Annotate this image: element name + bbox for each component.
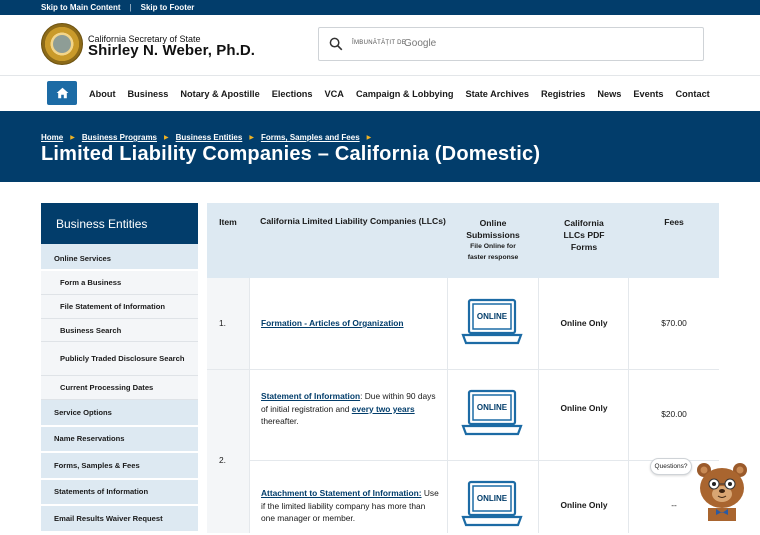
row-3-pdf: Online Only — [560, 500, 608, 510]
every-two-years-link[interactable]: every two years — [352, 404, 415, 414]
skip-links-bar: Skip to Main Content | Skip to Footer — [0, 0, 760, 15]
nav-item-vca[interactable]: VCA — [325, 89, 344, 99]
row-1-fee: $70.00 — [661, 318, 687, 328]
table-header: Item California Limited Liability Compan… — [207, 203, 719, 278]
row-2-item-number: 2. — [219, 455, 226, 465]
nav-item-business[interactable]: Business — [128, 89, 169, 99]
statement-of-information-link[interactable]: Statement of Information — [261, 391, 360, 401]
laptop-online-label: ONLINE — [477, 494, 508, 503]
sidebar-item-service-options[interactable]: Service Options — [41, 400, 198, 427]
search-enhanced-label: ÎMBUNĂTĂȚIT DE — [352, 40, 407, 46]
skip-to-footer-link[interactable]: Skip to Footer — [141, 3, 195, 12]
formation-articles-link[interactable]: Formation - Articles of Organization — [261, 318, 404, 328]
col-header-pdf-forms: California LLCs PDF Forms — [563, 218, 605, 252]
chatbot-bear-icon[interactable] — [694, 460, 750, 521]
laptop-online-label: ONLINE — [477, 403, 508, 412]
breadcrumb-arrow-icon: ▶ — [164, 135, 169, 141]
sidebar-subitem-business-search[interactable]: Business Search — [41, 319, 198, 342]
nav-item-registries[interactable]: Registries — [541, 89, 585, 99]
search-input[interactable]: ÎMBUNĂTĂȚIT DE Google — [318, 27, 704, 61]
online-laptop-icon[interactable]: ONLINE — [460, 480, 524, 530]
row-2-fee: $20.00 — [661, 409, 687, 419]
breadcrumb-arrow-icon: ▶ — [366, 135, 372, 141]
skip-to-main-link[interactable]: Skip to Main Content — [41, 3, 121, 12]
sidebar-item-statements-of-information[interactable]: Statements of Information — [41, 479, 198, 506]
google-logo-text: Google — [404, 38, 437, 49]
sidebar-subitem-processing-dates[interactable]: Current Processing Dates — [41, 376, 198, 400]
laptop-online-label: ONLINE — [477, 312, 508, 321]
col-header-fees: Fees — [664, 217, 684, 227]
sidebar-subitem-publicly-traded-disclosure[interactable]: Publicly Traded Disclosure Search — [41, 342, 198, 376]
sidebar-group-online-services[interactable]: Online Services — [41, 244, 198, 271]
sidebar: Business Entities Online Services Form a… — [41, 203, 198, 533]
online-laptop-icon[interactable]: ONLINE — [460, 389, 524, 439]
main-navigation: About Business Notary & Apostille Electi… — [0, 75, 760, 111]
sidebar-submenu: Form a Business File Statement of Inform… — [41, 271, 198, 400]
row-1-formation-link: Formation - Articles of Organization — [261, 318, 404, 328]
attachment-soi-link[interactable]: Attachment to Statement of Information: — [261, 488, 422, 498]
nav-item-contact[interactable]: Contact — [676, 89, 710, 99]
search-icon — [329, 37, 343, 51]
row-1-item-number: 1. — [219, 318, 226, 328]
breadcrumb-arrow-icon: ▶ — [70, 135, 75, 141]
breadcrumb-arrow-icon: ▶ — [249, 135, 254, 141]
breadcrumb-business-programs[interactable]: Business Programs — [82, 133, 157, 142]
sidebar-item-email-results-waiver[interactable]: Email Results Waiver Request — [41, 506, 198, 533]
row-1-pdf: Online Only — [560, 318, 608, 328]
skip-divider: | — [129, 3, 132, 12]
sidebar-subitem-form-business[interactable]: Form a Business — [41, 271, 198, 295]
row-2-description: Statement of Information: Due within 90 … — [261, 390, 439, 428]
breadcrumb-forms-samples-fees[interactable]: Forms, Samples and Fees — [261, 133, 360, 142]
state-seal-logo[interactable] — [41, 23, 83, 65]
nav-item-events[interactable]: Events — [633, 89, 663, 99]
sidebar-subitem-file-soi[interactable]: File Statement of Information — [41, 295, 198, 319]
col-header-online-title: Online Submissions — [466, 218, 520, 240]
col-header-item: Item — [219, 217, 237, 227]
sidebar-item-forms-samples-fees[interactable]: Forms, Samples & Fees — [41, 453, 198, 480]
breadcrumb-home[interactable]: Home — [41, 133, 63, 142]
laptop-icon: ONLINE — [461, 298, 523, 345]
row-divider — [249, 460, 719, 461]
laptop-icon: ONLINE — [461, 480, 523, 527]
breadcrumb-business-entities[interactable]: Business Entities — [176, 133, 243, 142]
nav-item-news[interactable]: News — [597, 89, 621, 99]
nav-item-campaign-lobbying[interactable]: Campaign & Lobbying — [356, 89, 454, 99]
secretary-name[interactable]: Shirley N. Weber, Ph.D. — [88, 42, 255, 59]
nav-item-state-archives[interactable]: State Archives — [465, 89, 529, 99]
column-divider — [249, 278, 250, 533]
home-icon — [56, 87, 68, 99]
nav-item-about[interactable]: About — [89, 89, 116, 99]
column-divider — [447, 278, 448, 533]
col-header-online: Online Submissions File Online for faste… — [447, 203, 539, 278]
col-header-online-subtitle: File Online for faster response — [467, 243, 519, 261]
home-button[interactable] — [47, 81, 77, 105]
page-title: Limited Liability Companies – California… — [41, 143, 541, 165]
nav-item-elections[interactable]: Elections — [272, 89, 313, 99]
online-laptop-icon[interactable]: ONLINE — [460, 298, 524, 348]
sidebar-title[interactable]: Business Entities — [41, 203, 198, 244]
page-hero: Home ▶ Business Programs ▶ Business Enti… — [0, 111, 760, 182]
fees-table: Item California Limited Liability Compan… — [207, 203, 719, 533]
item-column-band — [207, 278, 249, 533]
laptop-icon: ONLINE — [461, 389, 523, 436]
row-3-description: Attachment to Statement of Information: … — [261, 487, 441, 525]
row-2-text-b: thereafter. — [261, 416, 299, 426]
sidebar-item-name-reservations[interactable]: Name Reservations — [41, 426, 198, 453]
chat-questions-bubble[interactable]: Questions? — [650, 458, 692, 475]
site-header: California Secretary of State Shirley N.… — [0, 15, 760, 75]
col-header-llcs: California Limited Liability Companies (… — [260, 216, 446, 226]
breadcrumb: Home ▶ Business Programs ▶ Business Enti… — [41, 133, 378, 142]
row-divider — [207, 369, 719, 370]
row-2-pdf: Online Only — [560, 403, 608, 413]
nav-item-notary-apostille[interactable]: Notary & Apostille — [180, 89, 259, 99]
nav-menu: About Business Notary & Apostille Electi… — [89, 76, 722, 112]
